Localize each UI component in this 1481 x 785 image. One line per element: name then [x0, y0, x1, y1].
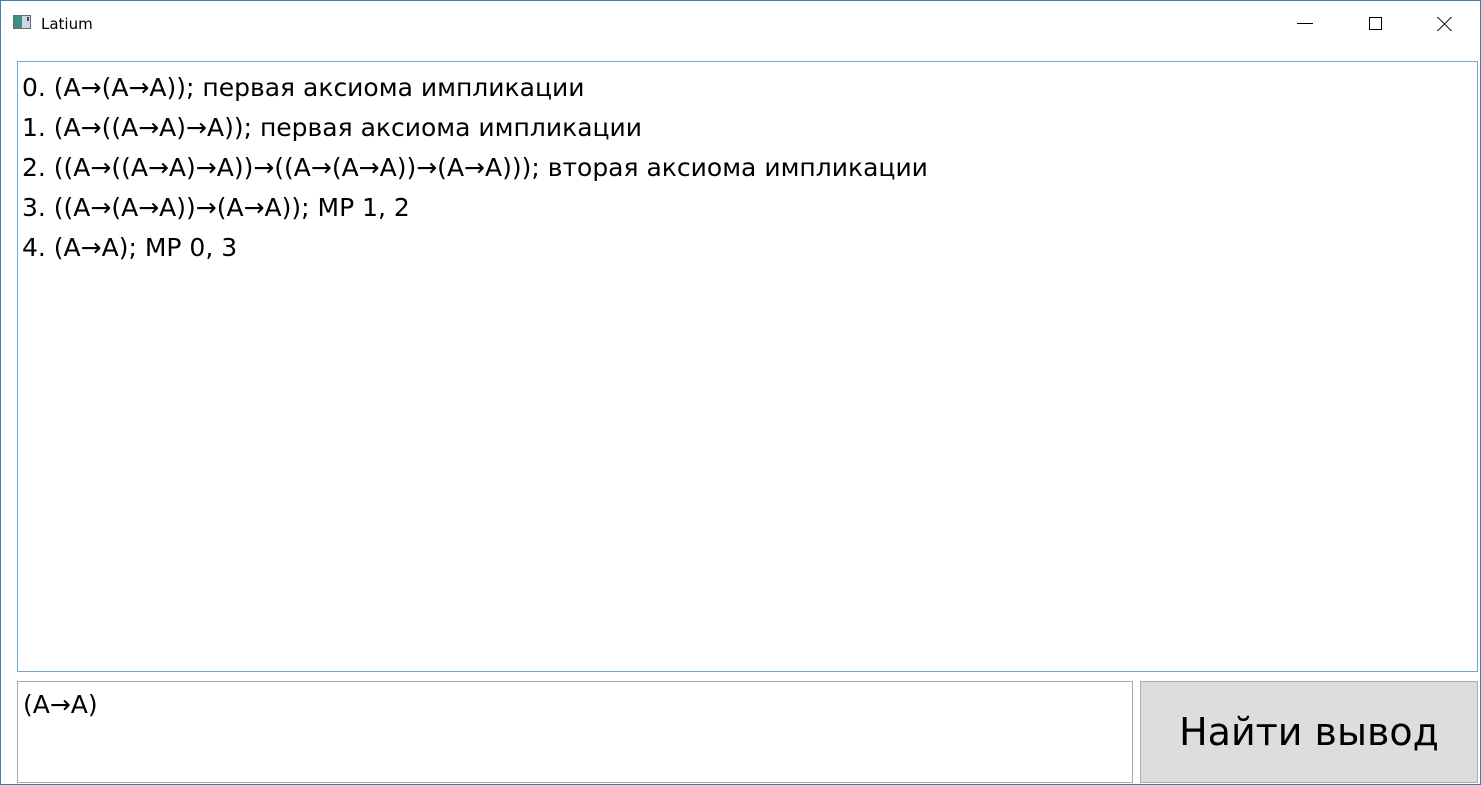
minimize-button[interactable]	[1270, 1, 1340, 46]
close-button[interactable]	[1410, 1, 1480, 46]
title-bar[interactable]: Latium	[1, 1, 1480, 46]
derivation-line: 2. ((A→((A→A)→A))→((A→(A→A))→(A→A))); вт…	[22, 153, 928, 182]
derivation-line: 0. (A→(A→A)); первая аксиома импликации	[22, 73, 585, 102]
derivation-line: 3. ((A→(A→A))→(A→A)); MP 1, 2	[22, 193, 410, 222]
window-title: Latium	[41, 15, 93, 33]
formula-input[interactable]: (A→A)	[17, 681, 1133, 783]
derivation-line: 1. (A→((A→A)→A)); первая аксиома имплика…	[22, 113, 643, 142]
derivation-output[interactable]: 0. (A→(A→A)); первая аксиома импликации …	[17, 61, 1478, 672]
minimize-icon	[1297, 23, 1313, 24]
maximize-icon	[1368, 17, 1382, 30]
maximize-button[interactable]	[1340, 1, 1410, 46]
find-derivation-button[interactable]: Найти вывод	[1140, 681, 1478, 783]
derivation-line: 4. (A→A); MP 0, 3	[22, 233, 238, 262]
main-window: Latium 0. (A→(A→A)); первая аксиома импл…	[0, 0, 1481, 785]
close-icon	[1437, 16, 1453, 32]
app-window-icon	[13, 15, 31, 29]
